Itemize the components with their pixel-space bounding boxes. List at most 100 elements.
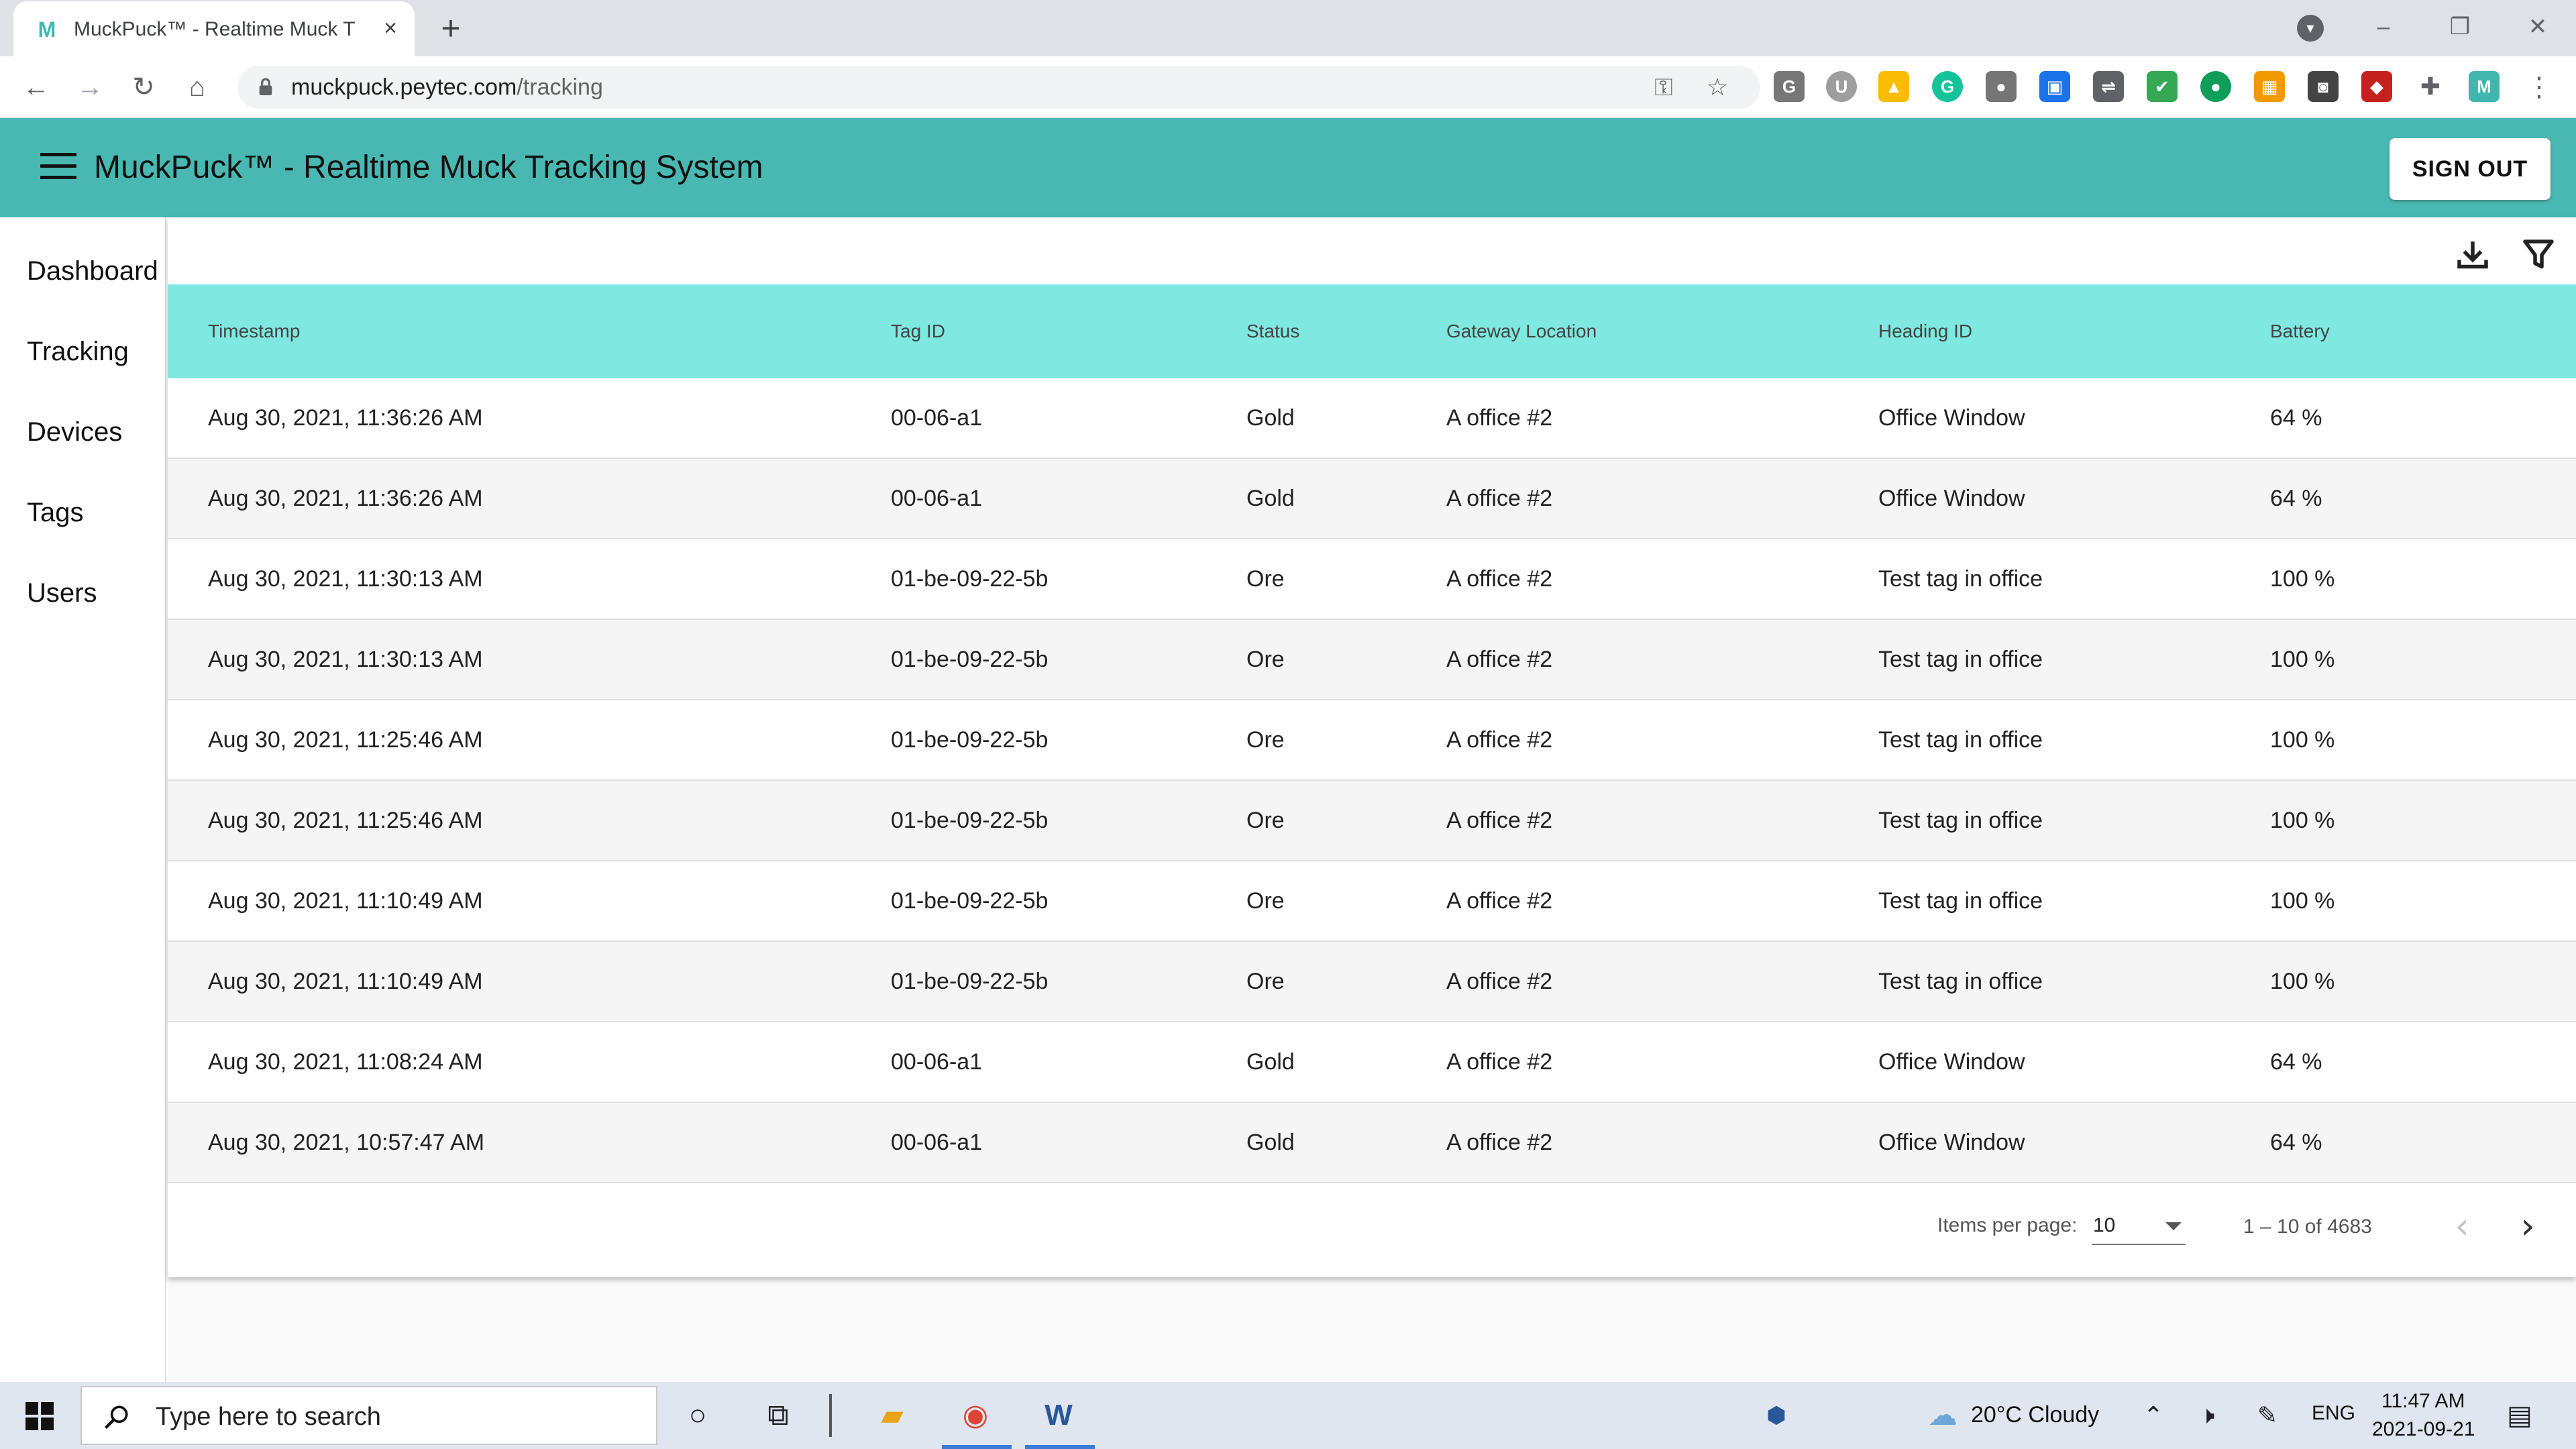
- table-row[interactable]: Aug 30, 2021, 11:25:46 AM 01-be-09-22-5b…: [168, 700, 2576, 781]
- file-explorer-icon[interactable]: ▰: [868, 1391, 916, 1440]
- column-header-tag-id[interactable]: Tag ID: [891, 284, 945, 378]
- cell-timestamp: Aug 30, 2021, 11:25:46 AM: [208, 727, 483, 753]
- cell-battery: 100 %: [2270, 566, 2335, 592]
- cell-timestamp: Aug 30, 2021, 11:30:13 AM: [208, 647, 483, 672]
- cell-heading-id: Test tag in office: [1878, 888, 2043, 914]
- back-icon[interactable]: ←: [16, 67, 56, 107]
- app-bar: MuckPuck™ - Realtime Muck Tracking Syste…: [0, 118, 2576, 217]
- column-header-heading-id[interactable]: Heading ID: [1878, 284, 1972, 378]
- extension-check-icon[interactable]: ✔: [2147, 71, 2178, 102]
- chrome-icon[interactable]: ◉: [951, 1391, 1000, 1440]
- extension-shield-icon[interactable]: ◆: [2361, 71, 2392, 102]
- profile-menu-icon[interactable]: ▾: [2297, 15, 2324, 42]
- cell-tag-id: 01-be-09-22-5b: [891, 969, 1049, 994]
- table-row[interactable]: Aug 30, 2021, 11:36:26 AM 00-06-a1 Gold …: [168, 459, 2576, 539]
- minimize-window-icon[interactable]: –: [2353, 0, 2414, 56]
- home-icon[interactable]: ⌂: [177, 67, 217, 107]
- extension-profile-icon[interactable]: ●: [1986, 71, 2017, 102]
- column-header-battery[interactable]: Battery: [2270, 284, 2330, 378]
- table-row[interactable]: Aug 30, 2021, 10:57:47 AM 00-06-a1 Gold …: [168, 1103, 2576, 1183]
- google-drive-icon[interactable]: ▲: [1878, 71, 1909, 102]
- cell-battery: 64 %: [2270, 405, 2322, 431]
- new-tab-button[interactable]: +: [432, 9, 470, 47]
- browser-toolbar: ← → ↻ ⌂ muckpuck.peytec.com/tracking ⚿ ☆: [0, 56, 2576, 118]
- table-row[interactable]: Aug 30, 2021, 11:36:26 AM 00-06-a1 Gold …: [168, 378, 2576, 459]
- dropdown-caret-icon: [2165, 1222, 2182, 1230]
- sign-out-button[interactable]: SIGN OUT: [2390, 138, 2551, 200]
- items-per-page-select[interactable]: 10: [2092, 1208, 2186, 1245]
- cell-tag-id: 01-be-09-22-5b: [891, 727, 1049, 753]
- previous-page-button[interactable]: ‹: [2442, 1208, 2482, 1248]
- browser-tab[interactable]: M MuckPuck™ - Realtime Muck Tra ×: [13, 1, 415, 56]
- action-center-icon[interactable]: ▤: [2496, 1391, 2544, 1440]
- column-header-gateway-location[interactable]: Gateway Location: [1446, 284, 1597, 378]
- browser-menu-icon[interactable]: ⋮: [2522, 67, 2556, 107]
- cell-heading-id: Test tag in office: [1878, 969, 2043, 994]
- taskbar-search-box[interactable]: Type here to search: [80, 1386, 657, 1445]
- sidebar-item-tags[interactable]: Tags: [27, 492, 84, 533]
- table-row[interactable]: Aug 30, 2021, 11:08:24 AM 00-06-a1 Gold …: [168, 1022, 2576, 1103]
- sidebar-item-devices[interactable]: Devices: [27, 412, 122, 452]
- extension-camera-icon[interactable]: ◙: [2308, 71, 2339, 102]
- table-row[interactable]: Aug 30, 2021, 11:25:46 AM 01-be-09-22-5b…: [168, 781, 2576, 861]
- muckpuck-favicon-icon: M: [38, 17, 56, 42]
- cell-tag-id: 01-be-09-22-5b: [891, 647, 1049, 672]
- download-icon[interactable]: [2453, 235, 2493, 275]
- windows-start-icon[interactable]: [25, 1402, 54, 1430]
- browser-tab-strip: M MuckPuck™ - Realtime Muck Tra × + ▾ – …: [0, 0, 2576, 56]
- next-page-button[interactable]: ›: [2508, 1208, 2548, 1248]
- clock-date[interactable]: 2021-09-21: [2372, 1418, 2475, 1441]
- cortana-icon[interactable]: ○: [674, 1391, 722, 1440]
- forward-icon[interactable]: →: [70, 67, 110, 107]
- word-icon[interactable]: W: [1034, 1391, 1083, 1440]
- menu-hamburger-icon[interactable]: [40, 153, 76, 182]
- extension-window-icon[interactable]: ▣: [2039, 71, 2070, 102]
- cell-battery: 100 %: [2270, 647, 2335, 672]
- pen-workspace-icon[interactable]: ✎: [2243, 1391, 2292, 1440]
- cell-heading-id: Test tag in office: [1878, 647, 2043, 672]
- cell-timestamp: Aug 30, 2021, 11:10:49 AM: [208, 888, 483, 914]
- close-tab-icon[interactable]: ×: [376, 13, 405, 43]
- cell-timestamp: Aug 30, 2021, 10:57:47 AM: [208, 1130, 485, 1155]
- language-indicator[interactable]: ENG: [2312, 1402, 2355, 1425]
- sidebar-item-tracking[interactable]: Tracking: [27, 331, 129, 372]
- task-view-icon[interactable]: ⧉: [754, 1391, 802, 1440]
- grammarly-icon[interactable]: G: [1932, 71, 1963, 102]
- reload-icon[interactable]: ↻: [123, 67, 164, 107]
- extension-chat-icon[interactable]: ●: [2200, 71, 2231, 102]
- cell-status: Ore: [1246, 969, 1285, 994]
- cell-status: Gold: [1246, 1130, 1295, 1155]
- cell-battery: 100 %: [2270, 727, 2335, 753]
- restore-window-icon[interactable]: ❐: [2430, 0, 2490, 56]
- extension-usb-icon[interactable]: ⇌: [2093, 71, 2124, 102]
- table-row[interactable]: Aug 30, 2021, 11:10:49 AM 01-be-09-22-5b…: [168, 861, 2576, 942]
- volume-icon[interactable]: 🕨: [2183, 1391, 2231, 1440]
- clock-time[interactable]: 11:47 AM: [2381, 1390, 2465, 1413]
- password-key-icon[interactable]: ⚿: [1650, 74, 1677, 101]
- extension-grid-icon[interactable]: ▦: [2254, 71, 2285, 102]
- sidebar-item-users[interactable]: Users: [27, 573, 97, 613]
- extension-g-icon[interactable]: G: [1774, 71, 1805, 102]
- table-row[interactable]: Aug 30, 2021, 11:30:13 AM 01-be-09-22-5b…: [168, 539, 2576, 620]
- filter-icon[interactable]: [2518, 235, 2559, 275]
- url-host: muckpuck.peytec.com: [291, 74, 517, 100]
- column-header-timestamp[interactable]: Timestamp: [208, 284, 300, 378]
- extensions-puzzle-icon[interactable]: ✚: [2415, 71, 2446, 102]
- column-header-status[interactable]: Status: [1246, 284, 1299, 378]
- show-hidden-icons-chevron-icon[interactable]: ⌃: [2129, 1391, 2178, 1440]
- extension-u-icon[interactable]: U: [1826, 71, 1857, 102]
- weather-text[interactable]: 20°C Cloudy: [1971, 1402, 2099, 1428]
- cell-status: Ore: [1246, 647, 1285, 672]
- bookmark-star-icon[interactable]: ☆: [1704, 74, 1731, 101]
- table-row[interactable]: Aug 30, 2021, 11:10:49 AM 01-be-09-22-5b…: [168, 942, 2576, 1022]
- address-bar[interactable]: muckpuck.peytec.com/tracking ⚿ ☆: [237, 66, 1760, 109]
- weather-cloud-icon[interactable]: ☁: [1919, 1391, 1967, 1440]
- table-row[interactable]: Aug 30, 2021, 11:30:13 AM 01-be-09-22-5b…: [168, 620, 2576, 700]
- search-icon: [104, 1405, 128, 1430]
- sidebar-item-dashboard[interactable]: Dashboard: [27, 251, 158, 291]
- taskbar-search-placeholder: Type here to search: [156, 1403, 381, 1431]
- close-window-icon[interactable]: ✕: [2508, 0, 2568, 56]
- notification-app-icon[interactable]: ⬢: [1752, 1391, 1801, 1440]
- windows-taskbar: Type here to search ○ ⧉ ▰ ◉ W ⬢ ☁ 20°C C…: [0, 1382, 2576, 1449]
- muckpuck-extension-icon[interactable]: M: [2469, 71, 2500, 102]
